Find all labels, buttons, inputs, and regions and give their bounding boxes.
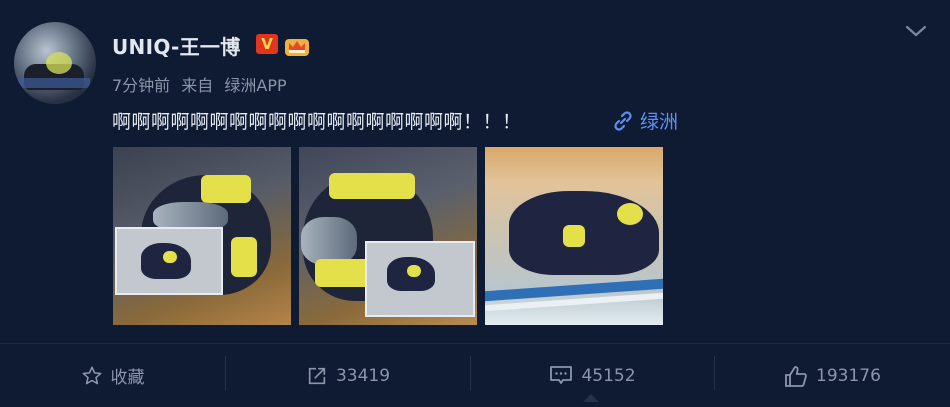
post-time[interactable]: 7分钟前 (112, 76, 170, 95)
like-icon (785, 365, 807, 387)
comment-icon (550, 365, 573, 384)
crown-icon[interactable] (284, 33, 310, 57)
post-meta: 7分钟前 来自 绿洲APP (112, 72, 293, 96)
username[interactable]: UNIQ-王一博 (112, 31, 241, 60)
favorite-label: 收藏 (110, 368, 145, 388)
like-button[interactable]: 193176 (715, 344, 950, 407)
comment-count: 45152 (581, 365, 636, 386)
from-label: 来自 (181, 76, 214, 95)
forward-button[interactable]: 33419 (226, 344, 470, 407)
post-text: 啊啊啊啊啊啊啊啊啊啊啊啊啊啊啊啊啊啊！！！ (112, 111, 522, 133)
oasis-link-label: 绿洲 (640, 111, 679, 133)
verified-badge[interactable]: V (256, 34, 278, 54)
action-bar: 收藏 33419 45152 193176 (0, 344, 950, 407)
forward-icon (308, 367, 326, 384)
like-count: 193176 (816, 365, 881, 386)
link-icon (614, 110, 632, 131)
star-icon (82, 366, 101, 384)
post-source[interactable]: 绿洲APP (224, 76, 286, 95)
post-image-2[interactable] (299, 147, 477, 325)
post-image-1[interactable] (113, 147, 291, 325)
avatar[interactable] (14, 22, 96, 104)
comment-pointer (583, 394, 599, 402)
post-image-3[interactable] (485, 147, 663, 325)
forward-count: 33419 (335, 365, 391, 386)
oasis-link[interactable]: 绿洲 (612, 107, 678, 134)
chevron-down-icon[interactable] (905, 24, 927, 38)
favorite-button[interactable]: 收藏 (0, 344, 225, 407)
